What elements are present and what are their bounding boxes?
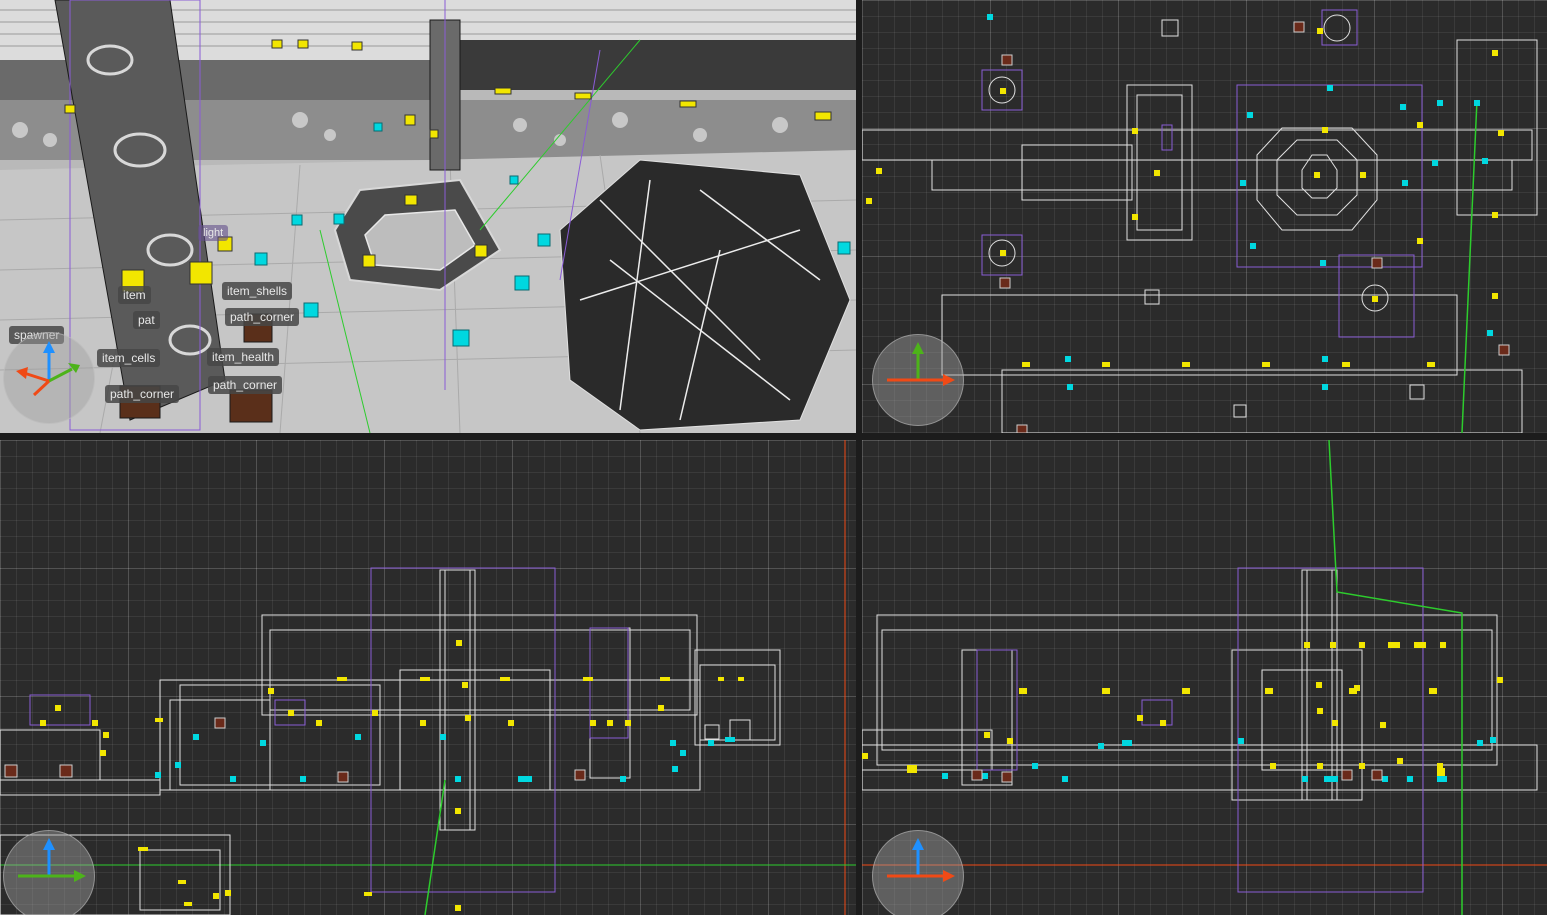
- orientation-gizmo-top[interactable]: [872, 334, 964, 426]
- axis-gizmo-icon: [16, 341, 80, 397]
- entity-label-path-partial[interactable]: pat: [133, 311, 160, 329]
- side-viewport[interactable]: [862, 440, 1547, 915]
- axis-gizmo-icon: [18, 838, 86, 882]
- entity-label-item-partial[interactable]: item: [118, 286, 151, 304]
- axis-gizmo-icon: [887, 838, 955, 882]
- entity-label-path-corner[interactable]: path_corner: [208, 376, 283, 394]
- axis-gizmo-icon: [887, 342, 955, 386]
- entity-label-path-corner[interactable]: path_corner: [225, 308, 300, 326]
- orientation-gizmo-side[interactable]: [872, 830, 964, 915]
- front-scene: [0, 440, 856, 915]
- orientation-gizmo-front[interactable]: [3, 830, 95, 915]
- front-viewport[interactable]: [0, 440, 856, 915]
- perspective-viewport[interactable]: spawner item pat light item_shells path_…: [0, 0, 856, 433]
- entity-label-item-shells[interactable]: item_shells: [222, 282, 293, 300]
- entity-label-item-cells[interactable]: item_cells: [97, 349, 161, 367]
- perspective-scene: [0, 0, 856, 433]
- viewport-divider-horizontal[interactable]: [0, 433, 1547, 440]
- entity-label-light[interactable]: light: [198, 225, 229, 241]
- top-scene: [862, 9, 1538, 433]
- top-viewport[interactable]: [862, 0, 1547, 433]
- orientation-gizmo-perspective[interactable]: [3, 332, 95, 424]
- entity-label-path-corner[interactable]: path_corner: [105, 385, 180, 403]
- side-scene: [862, 440, 1547, 915]
- entity-label-item-health[interactable]: item_health: [207, 348, 280, 366]
